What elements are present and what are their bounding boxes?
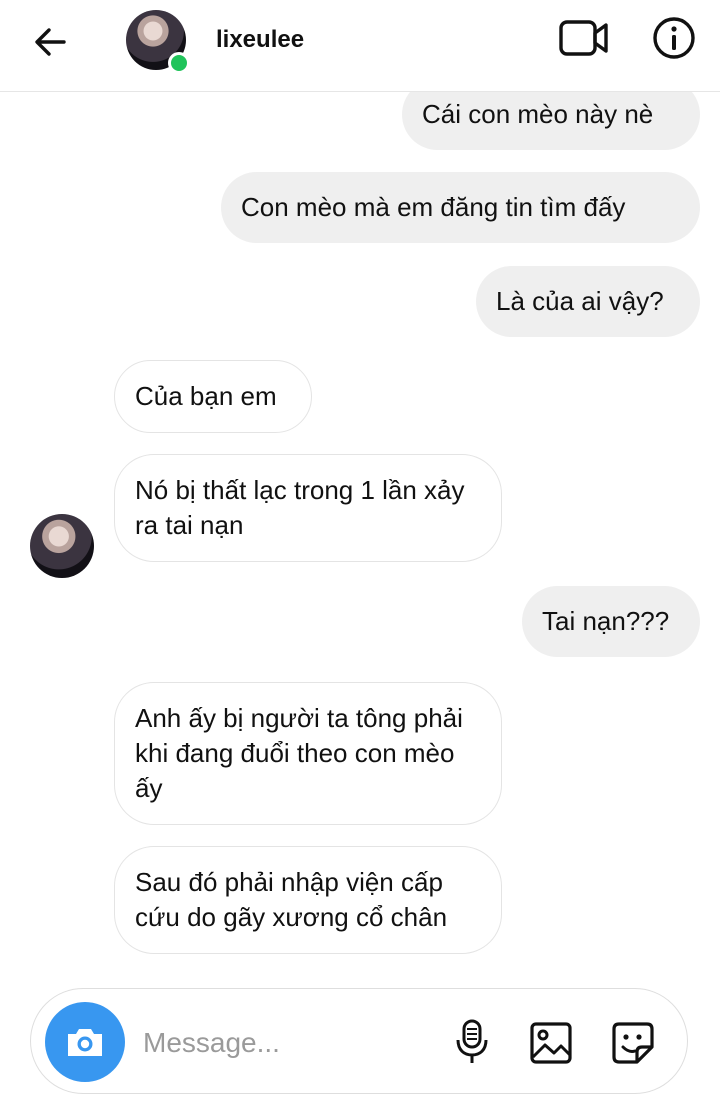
- message-bubble-sent[interactable]: Cái con mèo này nè: [402, 92, 700, 150]
- profile-avatar[interactable]: [126, 10, 190, 74]
- video-call-button[interactable]: [556, 16, 612, 60]
- message-bubble-received[interactable]: Của bạn em: [114, 360, 312, 433]
- sticker-icon: [612, 1022, 654, 1064]
- arrow-left-icon: [35, 28, 66, 56]
- info-button[interactable]: [650, 14, 698, 62]
- message-bubble-sent[interactable]: Là của ai vậy?: [476, 266, 700, 337]
- microphone-icon: [456, 1019, 488, 1063]
- camera-button[interactable]: [45, 1002, 125, 1082]
- video-camera-icon: [559, 20, 608, 56]
- camera-icon: [68, 1029, 102, 1056]
- gallery-icon: [530, 1022, 572, 1064]
- sender-avatar[interactable]: [30, 514, 94, 578]
- back-button[interactable]: [28, 20, 72, 64]
- message-thread[interactable]: Cái con mèo này nè Con mèo mà em đăng ti…: [0, 92, 720, 978]
- message-bubble-received[interactable]: Anh ấy bị người ta tông phải khi đang đu…: [114, 682, 502, 825]
- message-input[interactable]: [143, 1023, 433, 1063]
- message-bubble-received[interactable]: Nó bị thất lạc trong 1 lần xảy ra tai nạ…: [114, 454, 502, 562]
- voice-message-button[interactable]: [449, 1017, 495, 1067]
- sticker-button[interactable]: [609, 1019, 657, 1067]
- chat-header: lixeulee: [0, 0, 720, 92]
- message-bubble-sent[interactable]: Con mèo mà em đăng tin tìm đấy: [221, 172, 700, 243]
- gallery-button[interactable]: [527, 1019, 575, 1067]
- info-icon: [653, 17, 695, 59]
- message-bubble-sent[interactable]: Tai nạn???: [522, 586, 700, 657]
- username[interactable]: lixeulee: [216, 26, 304, 54]
- message-composer: [30, 988, 688, 1094]
- message-bubble-received[interactable]: Sau đó phải nhập viện cấp cứu do gãy xươ…: [114, 846, 502, 954]
- online-status-indicator: [168, 52, 190, 74]
